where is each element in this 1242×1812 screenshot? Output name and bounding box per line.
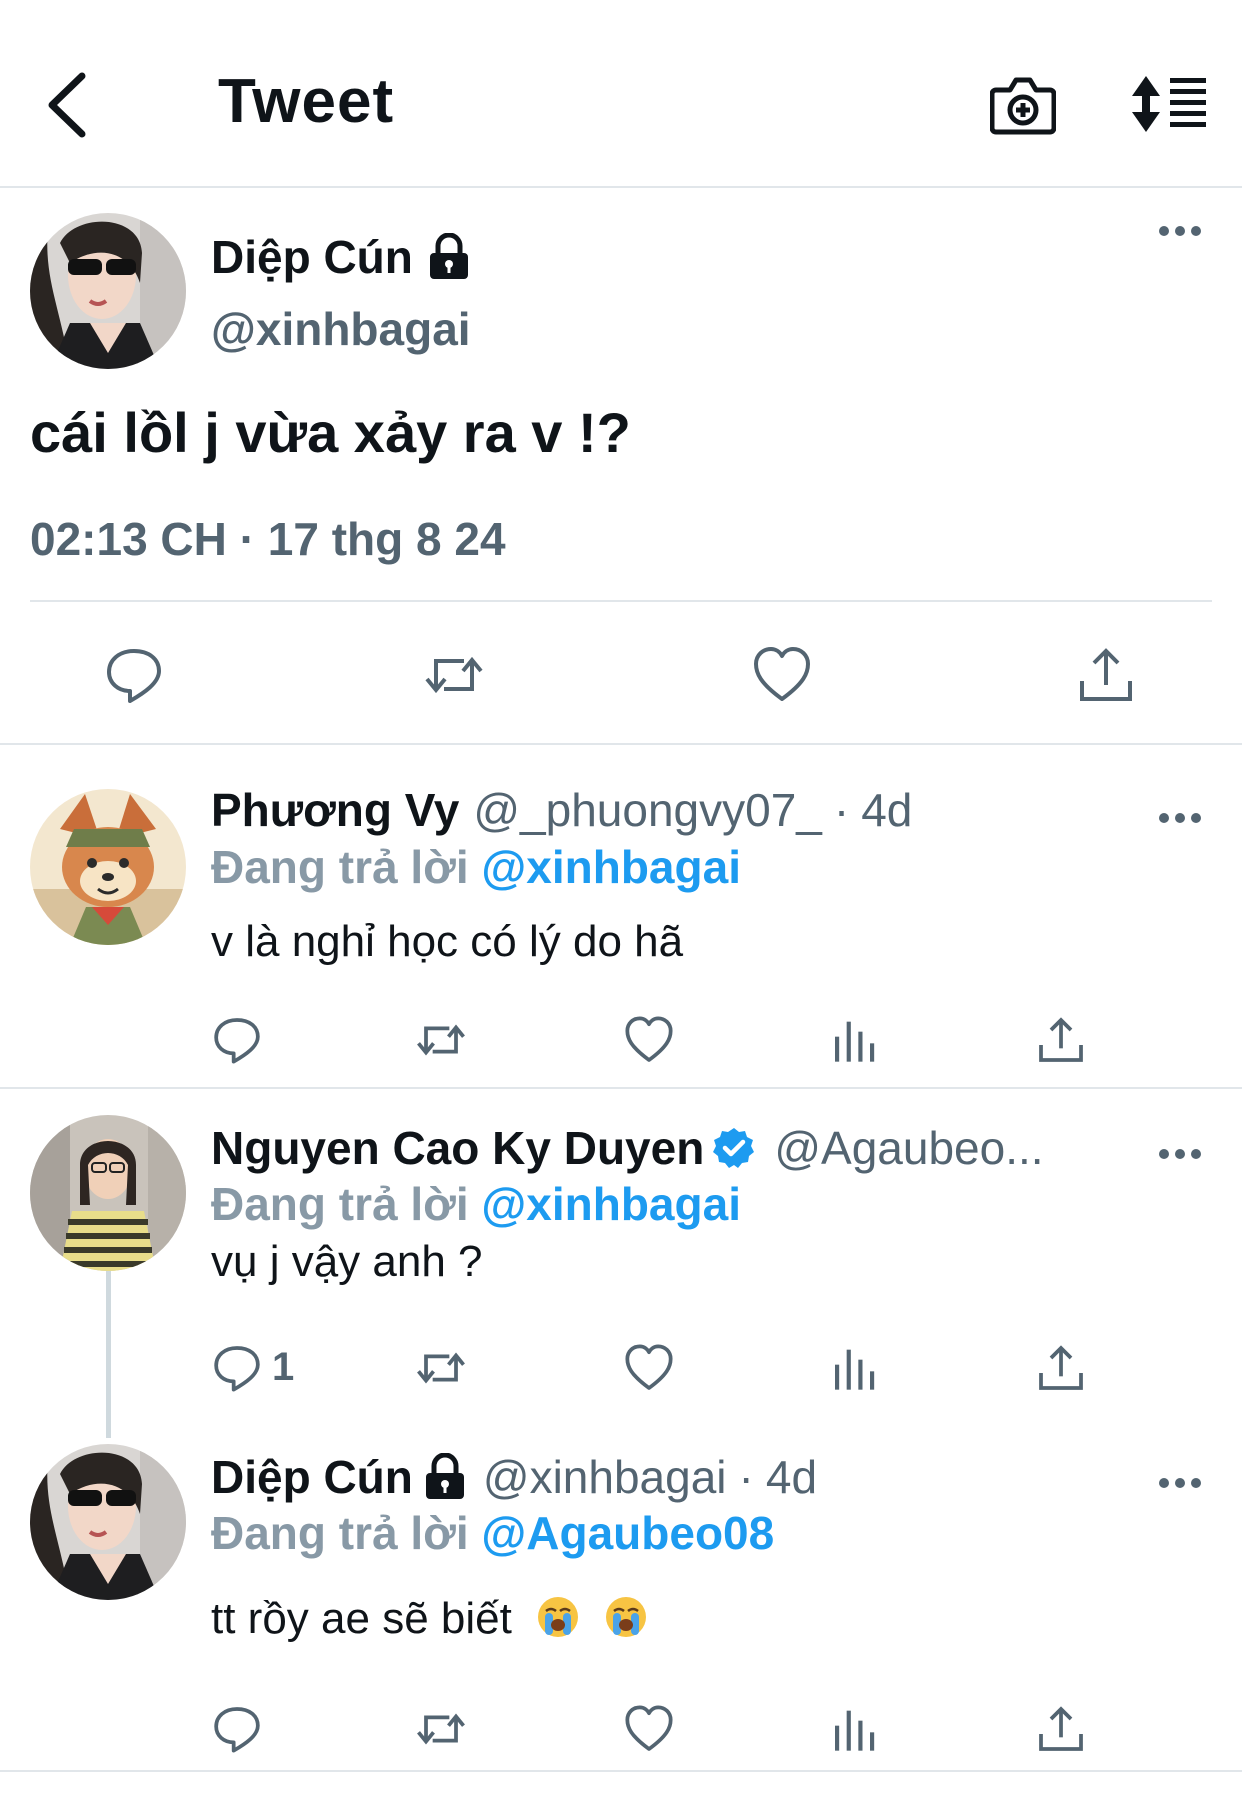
- author-row: Diệp Cún: [211, 230, 471, 284]
- reply-text: vụ j vậy anh ?: [211, 1237, 483, 1286]
- replying-to: Đang trả lời @xinhbagai: [211, 840, 741, 894]
- like-heart-icon[interactable]: [624, 1704, 674, 1754]
- reply-text: v là nghỉ học có lý do hã: [211, 917, 684, 966]
- more-options-icon[interactable]: [1158, 1476, 1202, 1490]
- sort-icon[interactable]: [1130, 74, 1210, 134]
- avatar[interactable]: [30, 789, 186, 945]
- like-heart-icon[interactable]: [624, 1343, 674, 1393]
- more-options-icon[interactable]: [1158, 1147, 1202, 1161]
- crying-face-emoji: [538, 1597, 579, 1637]
- lock-icon: [425, 1453, 464, 1499]
- mention-link[interactable]: @xinhbagai: [481, 1178, 741, 1230]
- more-options-icon[interactable]: [1158, 811, 1202, 825]
- mention-link[interactable]: @Agaubeo08: [481, 1507, 774, 1559]
- author-name[interactable]: Phương Vy: [211, 783, 459, 837]
- tweet-actions: [0, 645, 1242, 715]
- reply-header: Diệp Cún @xinhbagai · 4d: [211, 1450, 817, 1504]
- reply-header: Phương Vy @_phuongvy07_ · 4d: [211, 783, 912, 837]
- divider: [30, 600, 1212, 602]
- share-icon[interactable]: [1036, 1015, 1086, 1065]
- reply-icon[interactable]: [104, 645, 164, 705]
- replying-to: Đang trả lời @xinhbagai: [211, 1177, 741, 1231]
- views-chart-icon[interactable]: [830, 1343, 880, 1393]
- mention-link[interactable]: @xinhbagai: [481, 841, 741, 893]
- author-name[interactable]: Diệp Cún: [211, 230, 413, 284]
- author-handle[interactable]: @_phuongvy07_: [473, 783, 822, 837]
- replying-label: Đang trả lời: [211, 1507, 469, 1559]
- separator-dot: ·: [738, 1451, 754, 1503]
- replying-label: Đang trả lời: [211, 1178, 469, 1230]
- retweet-icon[interactable]: [416, 1343, 466, 1393]
- back-arrow-icon[interactable]: [38, 70, 94, 140]
- reply-tweet: Phương Vy @_phuongvy07_ · 4d Đang trả lờ…: [0, 747, 1242, 1087]
- reply-actions: [0, 1015, 1242, 1075]
- camera-add-icon[interactable]: [990, 74, 1056, 136]
- author-name[interactable]: Nguyen Cao Ky Duyen: [211, 1121, 704, 1175]
- main-tweet: Diệp Cún @xinhbagai cái lồl j vừa xảy ra…: [0, 190, 1242, 745]
- like-heart-icon[interactable]: [752, 645, 812, 705]
- like-heart-icon[interactable]: [624, 1015, 674, 1065]
- retweet-icon[interactable]: [424, 645, 484, 705]
- reply-tweet: Nguyen Cao Ky Duyen @Agaubeo... Đang trả…: [0, 1089, 1242, 1429]
- crying-face-emoji: [606, 1597, 647, 1637]
- reply-actions: [0, 1704, 1242, 1764]
- reply-icon[interactable]: [212, 1704, 262, 1754]
- reply-text: tt rồy ae sẽ biết: [211, 1594, 512, 1643]
- share-icon[interactable]: [1076, 645, 1136, 705]
- divider: [0, 1770, 1242, 1772]
- tweet-age[interactable]: 4d: [861, 783, 912, 837]
- avatar[interactable]: [30, 1115, 186, 1271]
- reply-count: 1: [272, 1345, 295, 1389]
- author-handle[interactable]: @Agaubeo...: [774, 1121, 1043, 1175]
- more-options-icon[interactable]: [1158, 224, 1202, 238]
- replying-to: Đang trả lời @Agaubeo08: [211, 1506, 774, 1560]
- lock-icon: [429, 233, 468, 279]
- page-title: Tweet: [218, 67, 395, 136]
- separator-dot: ·: [833, 784, 850, 836]
- reply-tweet: Diệp Cún @xinhbagai · 4d Đang trả lời @A…: [0, 1418, 1242, 1772]
- reply-icon[interactable]: [212, 1343, 262, 1393]
- reply-actions: 1: [0, 1343, 1242, 1403]
- views-chart-icon[interactable]: [830, 1015, 880, 1065]
- reply-icon[interactable]: [212, 1015, 262, 1065]
- top-bar: Tweet: [0, 0, 1242, 188]
- tweet-timestamp[interactable]: 02:13 CH · 17 thg 8 24: [30, 512, 506, 566]
- avatar[interactable]: [30, 213, 186, 369]
- author-handle[interactable]: @xinhbagai: [483, 1450, 727, 1504]
- reply-text-row: tt rồy ae sẽ biết: [211, 1594, 648, 1644]
- tweet-age[interactable]: 4d: [766, 1450, 817, 1504]
- retweet-icon[interactable]: [416, 1704, 466, 1754]
- reply-header: Nguyen Cao Ky Duyen @Agaubeo...: [211, 1121, 1044, 1175]
- share-icon[interactable]: [1036, 1704, 1086, 1754]
- verified-badge-icon: [713, 1128, 755, 1168]
- author-name[interactable]: Diệp Cún: [211, 1450, 413, 1504]
- retweet-icon[interactable]: [416, 1015, 466, 1065]
- avatar[interactable]: [30, 1444, 186, 1600]
- replying-label: Đang trả lời: [211, 841, 469, 893]
- tweet-text: cái lồl j vừa xảy ra v !?: [30, 401, 631, 464]
- views-chart-icon[interactable]: [830, 1704, 880, 1754]
- author-handle[interactable]: @xinhbagai: [211, 302, 471, 356]
- share-icon[interactable]: [1036, 1343, 1086, 1393]
